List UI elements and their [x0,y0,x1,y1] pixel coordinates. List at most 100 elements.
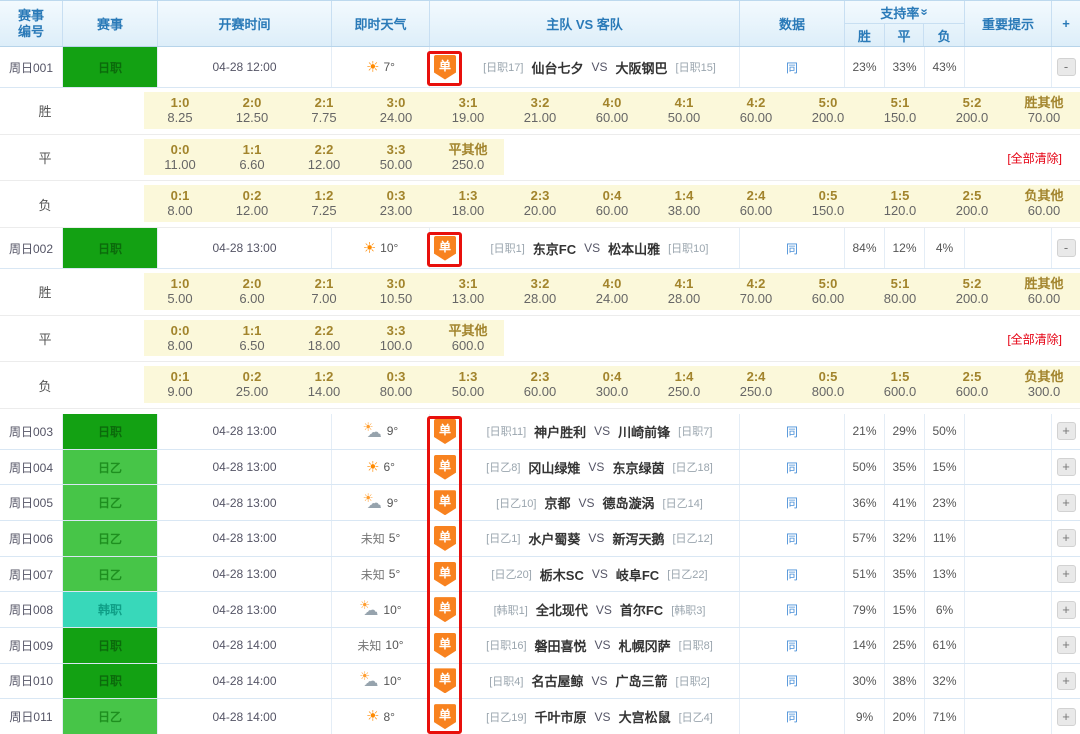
expand-toggle-button[interactable]: + [1057,601,1076,619]
odds-option[interactable]: 2:06.00 [216,273,288,310]
odds-option[interactable]: 0:5150.0 [792,185,864,222]
data-link[interactable]: 同 [786,672,798,689]
data-link[interactable]: 同 [786,637,798,654]
odds-score: 4:0 [576,96,648,110]
expand-toggle-button[interactable]: + [1057,636,1076,654]
odds-option[interactable]: 负其他60.00 [1008,185,1080,222]
data-link[interactable]: 同 [786,423,798,440]
odds-option[interactable]: 2:460.00 [720,185,792,222]
odds-option[interactable]: 0:4300.0 [576,366,648,403]
odds-option[interactable]: 5:0200.0 [792,92,864,129]
expand-toggle-button[interactable]: + [1057,494,1076,512]
odds-option[interactable]: 1:16.50 [216,320,288,357]
odds-score: 2:3 [504,370,576,384]
odds-option[interactable]: 3:221.00 [504,92,576,129]
expand-toggle-button[interactable]: + [1057,565,1076,583]
odds-option[interactable]: 1:318.00 [432,185,504,222]
odds-option[interactable]: 1:4250.0 [648,366,720,403]
expand-toggle-button[interactable]: - [1057,58,1076,76]
odds-option[interactable]: 2:4250.0 [720,366,792,403]
important-tip [965,521,1052,556]
odds-option[interactable]: 胜其他70.00 [1008,92,1080,129]
temperature: 10° [383,674,401,688]
odds-option[interactable]: 0:323.00 [360,185,432,222]
odds-option[interactable]: 4:060.00 [576,92,648,129]
clear-all-link[interactable]: [全部清除] [1007,330,1062,347]
expand-toggle-button[interactable]: + [1057,672,1076,690]
odds-option[interactable]: 0:19.00 [144,366,216,403]
odds-option[interactable]: 3:119.00 [432,92,504,129]
odds-option[interactable]: 1:438.00 [648,185,720,222]
odds-option[interactable]: 3:228.00 [504,273,576,310]
odds-option[interactable]: 5:2200.0 [936,92,1008,129]
odds-option[interactable]: 1:350.00 [432,366,504,403]
odds-option[interactable]: 1:05.00 [144,273,216,310]
data-link[interactable]: 同 [786,240,798,257]
odds-option[interactable]: 4:128.00 [648,273,720,310]
odds-value: 21.00 [504,111,576,125]
odds-option[interactable]: 1:08.25 [144,92,216,129]
matchup: [日职4] 名古屋鲸 VS 广岛三箭 [日职2] [460,664,740,699]
data-link[interactable]: 同 [786,566,798,583]
odds-option[interactable]: 2:17.75 [288,92,360,129]
data-link[interactable]: 同 [786,708,798,725]
expand-toggle-button[interactable]: + [1057,708,1076,726]
odds-option[interactable]: 1:27.25 [288,185,360,222]
odds-option[interactable]: 1:16.60 [216,139,288,176]
odds-option[interactable]: 0:460.00 [576,185,648,222]
odds-option[interactable]: 1:5600.0 [864,366,936,403]
odds-option[interactable]: 2:212.00 [288,139,360,176]
odds-option[interactable]: 2:320.00 [504,185,576,222]
odds-option[interactable]: 1:214.00 [288,366,360,403]
odds-option[interactable]: 1:5120.0 [864,185,936,222]
odds-option[interactable]: 5:2200.0 [936,273,1008,310]
odds-option[interactable]: 平其他600.0 [432,320,504,357]
odds-option[interactable]: 2:012.50 [216,92,288,129]
odds-option[interactable]: 3:024.00 [360,92,432,129]
odds-option[interactable]: 4:024.00 [576,273,648,310]
data-link[interactable]: 同 [786,459,798,476]
odds-option[interactable]: 3:3100.0 [360,320,432,357]
expand-toggle-button[interactable]: + [1057,458,1076,476]
odds-option[interactable]: 负其他300.0 [1008,366,1080,403]
odds-option[interactable]: 3:350.00 [360,139,432,176]
odds-option[interactable]: 4:270.00 [720,273,792,310]
odds-option[interactable]: 0:08.00 [144,320,216,357]
data-link[interactable]: 同 [786,59,798,76]
data-link[interactable]: 同 [786,530,798,547]
odds-value: 80.00 [864,292,936,306]
odds-value: 150.0 [792,204,864,218]
odds-option[interactable]: 0:18.00 [144,185,216,222]
data-link[interactable]: 同 [786,494,798,511]
odds-option[interactable]: 4:150.00 [648,92,720,129]
clear-all-link[interactable]: [全部清除] [1007,149,1062,166]
odds-option[interactable]: 2:17.00 [288,273,360,310]
league-badge: 日乙 [63,557,157,592]
odds-option[interactable]: 2:5600.0 [936,366,1008,403]
expand-toggle-button[interactable]: + [1057,529,1076,547]
odds-option[interactable]: 胜其他60.00 [1008,273,1080,310]
odds-option[interactable]: 0:380.00 [360,366,432,403]
home-team: 仙台七夕 [531,58,583,77]
odds-option[interactable]: 0:225.00 [216,366,288,403]
expand-toggle-button[interactable]: - [1057,239,1076,257]
odds-option[interactable]: 4:260.00 [720,92,792,129]
odds-score: 3:1 [432,96,504,110]
odds-option[interactable]: 3:010.50 [360,273,432,310]
odds-option[interactable]: 平其他250.0 [432,139,504,176]
header-expand-all[interactable]: + [1052,1,1080,46]
odds-option[interactable]: 5:060.00 [792,273,864,310]
odds-option[interactable]: 0:011.00 [144,139,216,176]
expand-toggle-button[interactable]: + [1057,422,1076,440]
odds-option[interactable]: 2:218.00 [288,320,360,357]
odds-option[interactable]: 0:5800.0 [792,366,864,403]
odds-option[interactable]: 2:360.00 [504,366,576,403]
match-row: 周日006 日乙 04-28 13:00 ☀ ☀☁ 未知 5° 单 [日乙1] … [0,521,1080,557]
data-link[interactable]: 同 [786,601,798,618]
odds-option[interactable]: 3:113.00 [432,273,504,310]
odds-option[interactable]: 5:180.00 [864,273,936,310]
support-rate-sort[interactable]: 支持率 » [845,1,964,24]
odds-option[interactable]: 0:212.00 [216,185,288,222]
odds-option[interactable]: 5:1150.0 [864,92,936,129]
odds-option[interactable]: 2:5200.0 [936,185,1008,222]
